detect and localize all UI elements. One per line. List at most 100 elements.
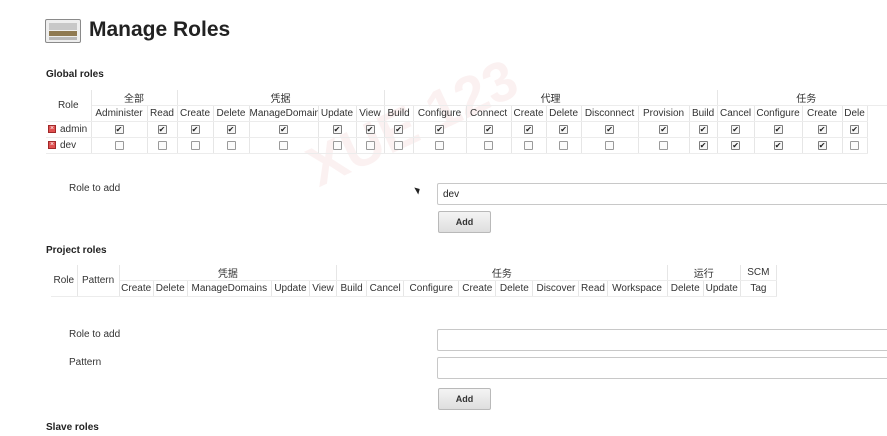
global-permission-header: Connect: [466, 105, 512, 122]
permission-cell: ✔: [689, 137, 718, 154]
permission-checkbox[interactable]: [659, 140, 669, 150]
permission-checkbox[interactable]: ✔: [817, 140, 827, 150]
permission-checkbox[interactable]: ✔: [435, 124, 445, 134]
global-add-button[interactable]: Add: [438, 211, 491, 233]
project-group-header: 凭据: [119, 265, 338, 281]
permission-checkbox[interactable]: ✔: [698, 140, 708, 150]
permission-checkbox[interactable]: [605, 140, 615, 150]
permission-checkbox[interactable]: ✔: [605, 124, 615, 134]
global-permission-header: Build: [689, 105, 718, 122]
project-roles-table: Role Pattern 凭据 任务 运行 SCM Create Delete Manag…: [51, 265, 778, 297]
permission-checkbox[interactable]: [850, 140, 860, 150]
permission-checkbox[interactable]: ✔: [114, 124, 124, 134]
global-group-header: 全部: [91, 90, 178, 106]
permission-cell: [318, 137, 357, 154]
permission-checkbox[interactable]: ✔: [773, 140, 783, 150]
global-permission-header: Dele: [842, 105, 868, 122]
project-permission-header: Delete: [495, 280, 534, 297]
permission-checkbox[interactable]: [332, 140, 342, 150]
project-permission-header: Update: [703, 280, 741, 297]
permission-checkbox[interactable]: ✔: [659, 124, 669, 134]
roles-manager-icon: [45, 19, 81, 43]
project-pattern-header: Pattern: [77, 265, 120, 297]
pattern-input[interactable]: [437, 357, 887, 379]
delete-icon[interactable]: ×: [48, 141, 56, 150]
global-roles-table: Role 全部 凭据 代理 任务 Administer Read Create Delete…: [46, 90, 887, 154]
permission-cell: ✔: [466, 121, 512, 138]
permission-cell: ✔: [717, 137, 755, 154]
project-permission-header: Cancel: [366, 280, 405, 297]
permission-checkbox[interactable]: [365, 140, 375, 150]
permission-cell: [356, 137, 385, 154]
permission-cell: ✔: [413, 121, 467, 138]
project-group-header: 任务: [336, 265, 668, 281]
permission-cell: [177, 137, 214, 154]
permission-checkbox[interactable]: ✔: [226, 124, 236, 134]
permission-checkbox[interactable]: ✔: [365, 124, 375, 134]
permission-checkbox[interactable]: [394, 140, 404, 150]
permission-checkbox[interactable]: ✔: [731, 140, 741, 150]
permission-checkbox[interactable]: ✔: [698, 124, 708, 134]
permission-checkbox[interactable]: [114, 140, 124, 150]
permission-checkbox[interactable]: [524, 140, 534, 150]
permission-cell: ✔: [802, 137, 843, 154]
permission-cell: ✔: [546, 121, 582, 138]
permission-cell: [147, 137, 178, 154]
project-permission-header: Create: [119, 280, 154, 297]
permission-cell: ✔: [177, 121, 214, 138]
permission-checkbox[interactable]: ✔: [524, 124, 534, 134]
permission-cell: ✔: [689, 121, 718, 138]
global-permission-header: View: [356, 105, 385, 122]
permission-checkbox[interactable]: ✔: [773, 124, 783, 134]
project-permission-header: Discover: [532, 280, 580, 297]
project-permission-header: Tag: [740, 280, 778, 297]
permission-checkbox[interactable]: ✔: [817, 124, 827, 134]
permission-checkbox[interactable]: [190, 140, 200, 150]
permission-checkbox[interactable]: ✔: [157, 124, 167, 134]
project-permission-header: View: [309, 280, 338, 297]
global-roles-title: Global roles: [46, 69, 104, 80]
permission-cell: [466, 137, 512, 154]
permission-cell: [546, 137, 582, 154]
pattern-label: Pattern: [69, 357, 102, 368]
permission-checkbox[interactable]: ✔: [279, 124, 288, 134]
project-role-to-add-label: Role to add: [69, 329, 121, 340]
project-role-to-add-input[interactable]: [437, 329, 887, 351]
global-permission-header: ManageDomains: [249, 105, 319, 122]
permission-checkbox[interactable]: ✔: [190, 124, 200, 134]
role-to-add-label: Role to add: [69, 183, 121, 194]
permission-checkbox[interactable]: ✔: [332, 124, 342, 134]
permission-cell: ✔: [802, 121, 843, 138]
permission-checkbox[interactable]: [559, 140, 569, 150]
global-permission-header: Disconnect: [581, 105, 639, 122]
permission-cell: [91, 137, 148, 154]
project-add-button[interactable]: Add: [438, 388, 491, 410]
permission-checkbox[interactable]: [157, 140, 167, 150]
global-role-to-add-input[interactable]: [437, 183, 887, 205]
permission-checkbox[interactable]: ✔: [731, 124, 741, 134]
permission-checkbox[interactable]: [435, 140, 445, 150]
permission-checkbox[interactable]: [279, 140, 288, 150]
permission-checkbox[interactable]: ✔: [850, 124, 860, 134]
global-permission-header: Configure: [754, 105, 803, 122]
permission-checkbox[interactable]: [484, 140, 494, 150]
permission-cell: ✔: [318, 121, 357, 138]
project-roles-title: Project roles: [46, 245, 107, 256]
global-column-row: Administer Read Create Delete ManageDomains U…: [46, 105, 887, 122]
permission-checkbox[interactable]: [226, 140, 236, 150]
permission-cell: ✔: [147, 121, 178, 138]
global-role-name: admin: [60, 124, 88, 135]
global-permission-header: Create: [802, 105, 843, 122]
project-permission-header: Configure: [403, 280, 460, 297]
project-group-header: 运行: [667, 265, 741, 281]
delete-icon[interactable]: ×: [48, 125, 56, 134]
permission-checkbox[interactable]: ✔: [559, 124, 569, 134]
global-permission-header: Administer: [91, 105, 148, 122]
project-permission-header: Create: [458, 280, 497, 297]
global-role-header: Role: [46, 90, 92, 122]
permission-cell: ✔: [213, 121, 250, 138]
permission-cell: ✔: [356, 121, 385, 138]
permission-checkbox[interactable]: ✔: [484, 124, 494, 134]
permission-checkbox[interactable]: ✔: [394, 124, 404, 134]
permission-cell: ✔: [754, 137, 803, 154]
